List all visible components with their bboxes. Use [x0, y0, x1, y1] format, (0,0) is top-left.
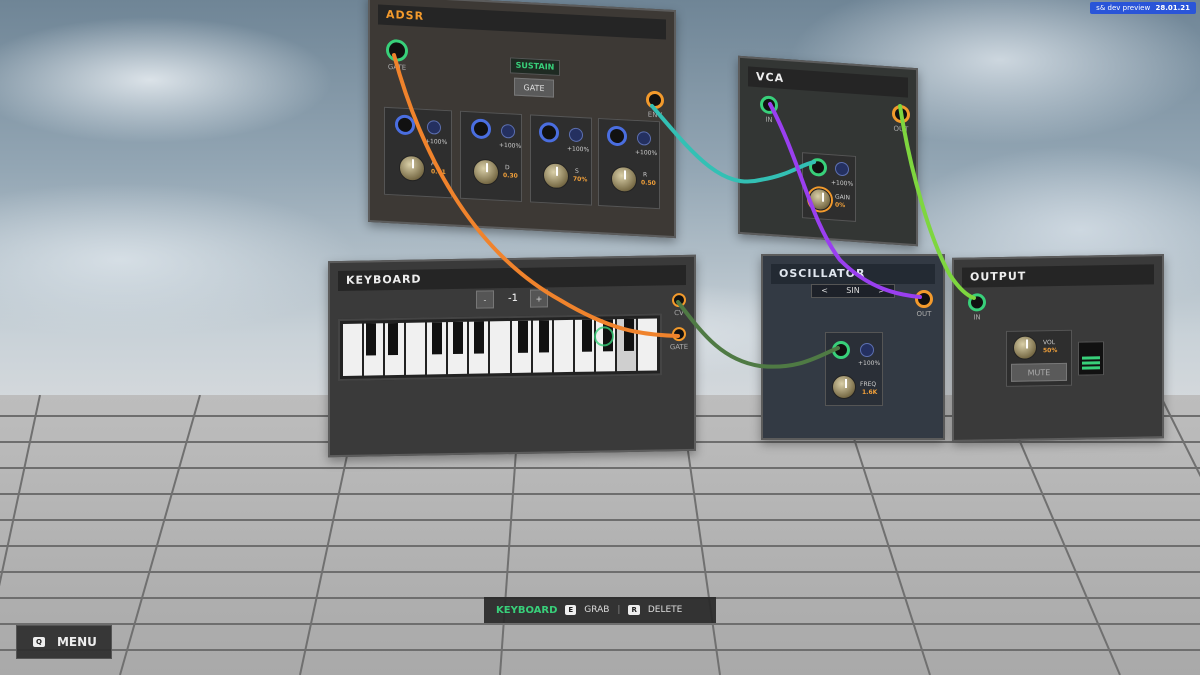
menu-key: Q	[33, 637, 45, 647]
grab-key: E	[565, 605, 577, 615]
grab-action: GRAB	[584, 605, 610, 615]
cable-orange[interactable]	[392, 53, 680, 338]
cable-olive[interactable]	[676, 300, 840, 369]
selected-module: KEYBOARD	[496, 604, 558, 616]
menu-button[interactable]: Q MENU	[16, 625, 112, 659]
delete-action: DELETE	[647, 605, 683, 615]
patch-cables	[392, 53, 976, 369]
delete-key: R	[628, 605, 640, 615]
cable-lime[interactable]	[898, 104, 976, 300]
hud-separator: |	[617, 605, 621, 615]
action-hud: KEYBOARD E GRAB | R DELETE	[484, 597, 716, 623]
menu-label: MENU	[56, 635, 97, 649]
cable-purple[interactable]	[768, 102, 922, 299]
